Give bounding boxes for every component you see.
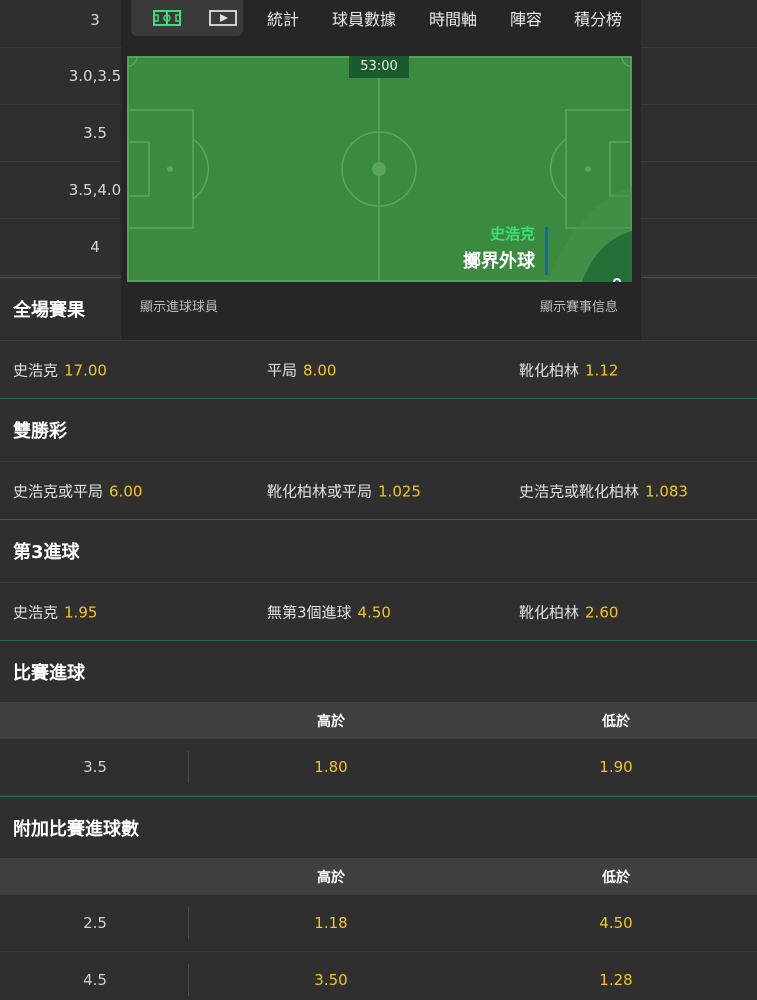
- video-tab[interactable]: [195, 0, 251, 36]
- selection-odds: 1.95: [64, 603, 98, 621]
- selection-name: 靴化柏林: [519, 603, 580, 621]
- under-odds[interactable]: 1.90: [599, 758, 632, 776]
- over-under-row: 4.5 3.50 1.28: [0, 952, 757, 1000]
- selection-name: 史浩克: [13, 361, 59, 379]
- selection-odds: 6.00: [109, 482, 143, 500]
- tab-player-stats[interactable]: 球員數據: [332, 6, 396, 30]
- under-label: 低於: [602, 869, 630, 886]
- match-clock: 53:00: [349, 56, 409, 78]
- event-description: 擲界外球: [463, 251, 535, 272]
- under-odds[interactable]: 4.50: [599, 914, 632, 932]
- selection-name: 靴化柏林: [519, 361, 580, 379]
- over-odds[interactable]: 1.80: [314, 758, 347, 776]
- goal-line: 3.5: [83, 758, 107, 776]
- over-under-header: 高於 低於: [0, 858, 757, 895]
- selection-odds: 4.50: [357, 603, 391, 621]
- market-row-third-goal: 史浩克 1.95 無第3個進球 4.50 靴化柏林 2.60: [0, 582, 757, 640]
- selection-odds: 1.12: [585, 361, 619, 379]
- under-odds[interactable]: 1.28: [599, 971, 632, 989]
- selection-odds: 1.025: [378, 482, 421, 500]
- selection-name: 無第3個進球: [267, 603, 352, 621]
- pitch-lines: [127, 56, 632, 282]
- pitch-view-tab[interactable]: [139, 0, 195, 36]
- selection-odds: 17.00: [64, 361, 107, 379]
- selection-name: 史浩克或靴化柏林: [519, 482, 640, 500]
- over-under-row: 2.5 1.18 4.50: [0, 895, 757, 952]
- under-label: 低於: [602, 713, 630, 730]
- video-play-icon: [209, 10, 237, 26]
- selection-draw[interactable]: 平局 8.00: [267, 359, 336, 380]
- tab-standings[interactable]: 積分榜: [574, 6, 622, 30]
- selection-home[interactable]: 史浩克 1.95: [13, 601, 97, 622]
- selection-away-or-draw[interactable]: 靴化柏林或平局 1.025: [267, 480, 421, 501]
- selection-away[interactable]: 靴化柏林 2.60: [519, 601, 618, 622]
- tab-stats[interactable]: 統計: [267, 6, 299, 30]
- selection-home[interactable]: 史浩克 17.00: [13, 359, 107, 380]
- tab-timeline[interactable]: 時間軸: [429, 6, 477, 30]
- divider: [188, 751, 189, 783]
- goal-line: 4.5: [83, 971, 107, 989]
- market-row-double-chance: 史浩克或平局 6.00 靴化柏林或平局 1.025 史浩克或靴化柏林 1.083: [0, 461, 757, 519]
- selection-odds: 1.083: [645, 482, 688, 500]
- divider: [188, 907, 189, 939]
- pitch-visualization: 53:00 史浩克 擲界外球: [127, 56, 632, 282]
- market-title: 雙勝彩: [13, 421, 67, 442]
- selection-odds: 8.00: [303, 361, 337, 379]
- divider: [188, 964, 189, 996]
- over-label: 高於: [317, 713, 345, 730]
- market-header-double-chance[interactable]: 雙勝彩: [0, 398, 757, 461]
- market-header-third-goal[interactable]: 第3進球: [0, 519, 757, 582]
- market-title: 第3進球: [13, 542, 80, 563]
- show-match-info-toggle[interactable]: 顯示賽事信息: [540, 296, 618, 315]
- live-match-widget: 統計 球員數據 時間軸 陣容 積分榜 53:00 史浩克 擲界外球 顯示進球球員…: [121, 0, 641, 340]
- market-title: 全場賽果: [13, 300, 85, 321]
- event-team-marker: [545, 227, 548, 275]
- over-under-header: 高於 低於: [0, 702, 757, 739]
- selection-no-goal[interactable]: 無第3個進球 4.50: [267, 601, 391, 622]
- goal-line: 2.5: [83, 914, 107, 932]
- view-toggle: [131, 0, 243, 36]
- selection-name: 史浩克: [13, 603, 59, 621]
- over-odds[interactable]: 3.50: [314, 971, 347, 989]
- over-label: 高於: [317, 869, 345, 886]
- selection-home-or-away[interactable]: 史浩克或靴化柏林 1.083: [519, 480, 688, 501]
- selection-name: 平局: [267, 361, 298, 379]
- market-title: 比賽進球: [13, 662, 85, 684]
- market-row-full-time: 史浩克 17.00 平局 8.00 靴化柏林 1.12: [0, 340, 757, 398]
- show-goalscorers-toggle[interactable]: 顯示進球球員: [140, 296, 218, 315]
- tab-lineups[interactable]: 陣容: [510, 6, 542, 30]
- event-team-name: 史浩克: [489, 225, 535, 243]
- selection-away[interactable]: 靴化柏林 1.12: [519, 359, 618, 380]
- pitch-view-icon: [153, 10, 181, 26]
- selection-odds: 2.60: [585, 603, 619, 621]
- widget-tabs: 統計 球員數據 時間軸 陣容 積分榜: [121, 0, 641, 40]
- selection-name: 史浩克或平局: [13, 482, 104, 500]
- market-header-match-goals[interactable]: 比賽進球: [0, 640, 757, 702]
- over-odds[interactable]: 1.18: [314, 914, 347, 932]
- selection-name: 靴化柏林或平局: [267, 482, 373, 500]
- selection-home-or-draw[interactable]: 史浩克或平局 6.00: [13, 480, 142, 501]
- market-header-extra-goals[interactable]: 附加比賽進球數: [0, 796, 757, 858]
- market-title: 附加比賽進球數: [13, 818, 139, 840]
- over-under-row: 3.5 1.80 1.90: [0, 739, 757, 796]
